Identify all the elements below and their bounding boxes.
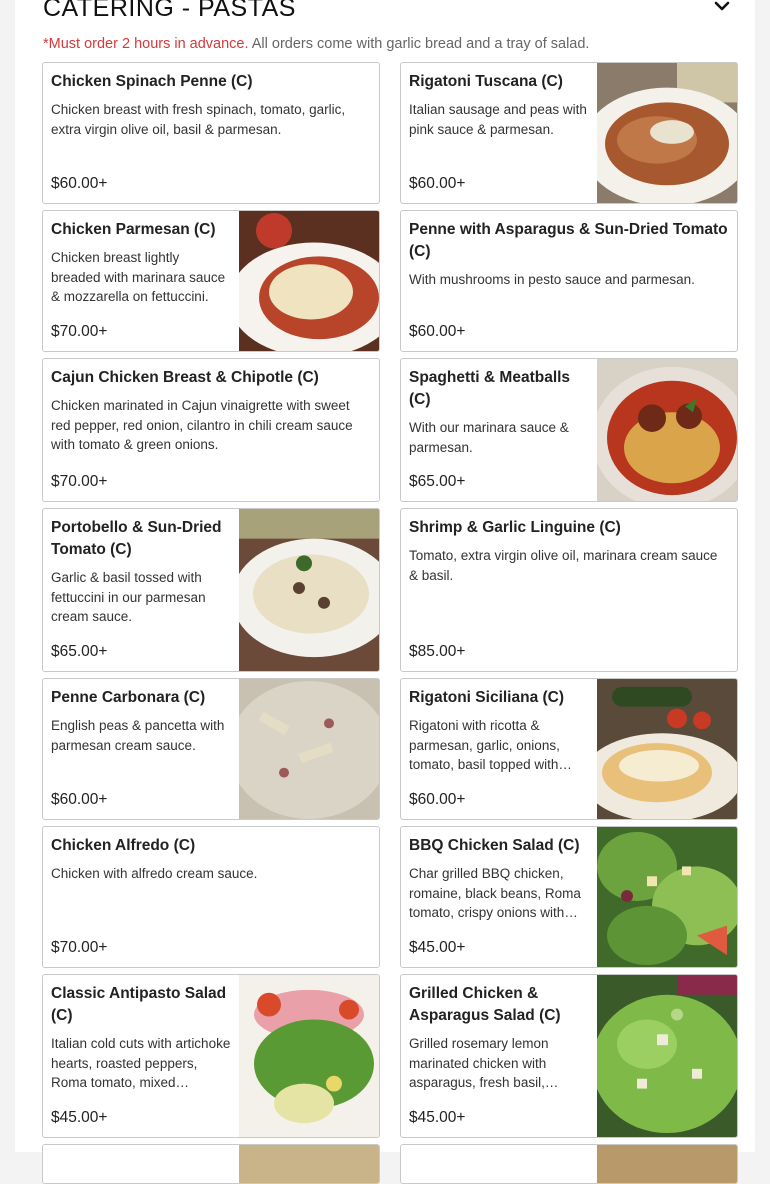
item-name: Shrimp & Garlic Linguine (C) [409,519,621,536]
menu-item-card[interactable]: Shrimp & Garlic Linguine (C) Tomato, extr… [400,508,738,672]
menu-item-card[interactable] [42,1144,380,1184]
menu-item-card[interactable]: Classic Antipasto Salad (C) Italian cold … [42,974,380,1138]
item-name: Penne with Asparagus & Sun-Dried Tomato … [409,221,728,260]
item-price: $60.00+ [409,323,466,340]
item-description: Italian sausage and peas with pink sauce… [409,102,587,137]
item-photo [239,211,379,351]
item-photo [597,1145,737,1183]
item-name: Chicken Alfredo (C) [51,837,196,854]
item-name: Classic Antipasto Salad (C) [51,985,227,1024]
menu-item-card[interactable] [400,1144,738,1184]
item-name: Chicken Spinach Penne (C) [51,73,253,90]
item-photo [239,509,379,671]
item-name: Rigatoni Tuscana (C) [409,73,563,90]
menu-item-card[interactable]: Chicken Parmesan (C) Chicken breast light… [42,210,380,352]
item-price: $60.00+ [51,791,108,808]
menu-item-card[interactable]: Rigatoni Tuscana (C) Italian sausage and … [400,62,738,204]
menu-item-card[interactable]: Chicken Alfredo (C) Chicken with alfredo … [42,826,380,968]
menu-item-card[interactable]: Portobello & Sun-Dried Tomato (C) Garlic … [42,508,380,672]
item-description: Chicken breast lightly breaded with mari… [51,250,226,304]
item-description: Chicken breast with fresh spinach, tomat… [51,102,346,137]
chevron-down-icon[interactable] [712,0,732,16]
menu-item-card[interactable]: Cajun Chicken Breast & Chipotle (C) Chick… [42,358,380,502]
item-name: Chicken Parmesan (C) [51,221,216,238]
item-description: Chicken marinated in Cajun vinaigrette w… [51,398,353,452]
item-photo [239,1145,379,1183]
menu-item-card[interactable]: Penne with Asparagus & Sun-Dried Tomato … [400,210,738,352]
item-price: $70.00+ [51,473,108,490]
item-name: Portobello & Sun-Dried Tomato (C) [51,519,222,558]
menu-item-card[interactable]: Spaghetti & Meatballs (C) With our marina… [400,358,738,502]
item-price: $70.00+ [51,323,108,340]
item-price: $45.00+ [409,939,466,956]
item-photo [597,679,737,819]
item-description: Tomato, extra virgin olive oil, marinara… [409,548,718,583]
item-description: With our marinara sauce & parmesan. [409,420,569,455]
item-description: English peas & pancetta with parmesan cr… [51,718,225,753]
item-description: Rigatoni with ricotta & parmesan, garlic… [409,718,572,772]
item-price: $65.00+ [409,473,466,490]
item-description: Char grilled BBQ chicken, romaine, black… [409,866,581,920]
menu-item-card[interactable]: Penne Carbonara (C) English peas & pancet… [42,678,380,820]
item-description: Italian cold cuts with artichoke hearts,… [51,1036,231,1090]
item-price: $60.00+ [51,175,108,192]
item-description: With mushrooms in pesto sauce and parmes… [409,272,695,287]
order-notice: *Must order 2 hours in advance. All orde… [43,36,589,52]
item-price: $45.00+ [409,1109,466,1126]
item-name: Rigatoni Siciliana (C) [409,689,565,706]
item-photo [239,679,379,819]
item-photo [597,63,737,203]
menu-item-card[interactable]: Grilled Chicken & Asparagus Salad (C) Gri… [400,974,738,1138]
item-price: $45.00+ [51,1109,108,1126]
item-photo [597,975,737,1137]
item-price: $85.00+ [409,643,466,660]
item-photo [597,359,737,501]
order-includes-note: All orders come with garlic bread and a … [251,36,590,52]
section-title: CATERING - PASTAS [43,0,296,22]
item-price: $60.00+ [409,175,466,192]
item-price: $70.00+ [51,939,108,956]
menu-item-card[interactable]: Rigatoni Siciliana (C) Rigatoni with rico… [400,678,738,820]
item-description: Grilled rosemary lemon marinated chicken… [409,1036,549,1090]
item-name: Grilled Chicken & Asparagus Salad (C) [409,985,561,1024]
menu-item-card[interactable]: BBQ Chicken Salad (C) Char grilled BBQ ch… [400,826,738,968]
item-price: $65.00+ [51,643,108,660]
advance-order-warning: *Must order 2 hours in advance. [43,36,249,52]
item-name: Spaghetti & Meatballs (C) [409,369,571,408]
item-name: Penne Carbonara (C) [51,689,206,706]
item-name: BBQ Chicken Salad (C) [409,837,580,854]
item-name: Cajun Chicken Breast & Chipotle (C) [51,369,319,386]
item-photo [597,827,737,967]
item-photo [239,975,379,1137]
item-description: Chicken with alfredo cream sauce. [51,866,258,881]
item-description: Garlic & basil tossed with fettuccini in… [51,570,206,624]
menu-item-card[interactable]: Chicken Spinach Penne (C) Chicken breast … [42,62,380,204]
item-price: $60.00+ [409,791,466,808]
